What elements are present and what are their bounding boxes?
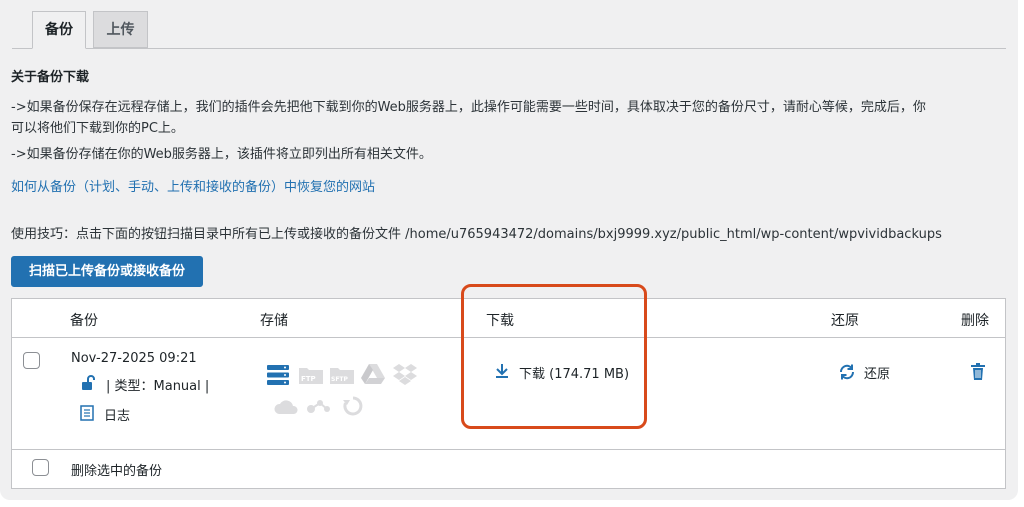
s3-icon [306, 395, 332, 421]
dropbox-icon [392, 363, 418, 389]
select-all-checkbox[interactable] [32, 459, 49, 476]
usage-tip: 使用技巧：点击下面的按钮扫描目录中所有已上传或接收的备份文件 /home/u76… [11, 227, 942, 242]
info-line-1b: 可以将他们下载到你的PC上。 [11, 121, 184, 136]
row-checkbox[interactable] [23, 352, 40, 369]
tab-upload[interactable]: 上传 [93, 11, 148, 48]
delete-selected-link[interactable]: 删除选中的备份 [71, 460, 162, 479]
log-file-icon [80, 405, 94, 421]
header-delete: 删除 [961, 313, 989, 329]
b2-icon [342, 395, 364, 421]
google-drive-icon [361, 363, 385, 389]
header-backup: 备份 [70, 313, 98, 329]
footer-divider [12, 449, 1005, 450]
tab-backup[interactable]: 备份 [32, 11, 86, 49]
storage-icons: FTP SFTP [266, 361, 426, 421]
trash-icon[interactable] [970, 363, 986, 381]
tab-divider [12, 48, 1006, 49]
info-line-1: ->如果备份保存在远程存储上，我们的插件会先把他下载到你的Web服务器上，此操作… [11, 100, 926, 115]
sftp-icon: SFTP [329, 365, 355, 389]
server-storage-icon [266, 363, 290, 391]
restore-icon[interactable] [838, 363, 856, 381]
header-storage: 存储 [260, 313, 288, 329]
scan-uploaded-backups-button[interactable]: 扫描已上传备份或接收备份 [11, 256, 203, 287]
info-line-2: ->如果备份存储在你的Web服务器上，该插件将立即列出所有相关文件。 [11, 147, 432, 162]
svg-text:SFTP: SFTP [331, 376, 349, 383]
backup-type: | 类型：Manual | [106, 379, 210, 394]
backup-date: Nov-27-2025 09:21 [71, 351, 197, 366]
ftp-icon: FTP [298, 365, 324, 389]
restore-link[interactable]: 还原 [864, 363, 890, 382]
onedrive-icon [273, 397, 301, 419]
unlock-icon[interactable] [80, 375, 96, 391]
tab-bar: 备份 上传 [12, 11, 1006, 49]
download-highlight-box [461, 284, 647, 429]
header-restore: 还原 [831, 313, 859, 329]
restore-guide-link[interactable]: 如何从备份（计划、手动、上传和接收的备份）中恢复您的网站 [11, 177, 375, 199]
svg-text:FTP: FTP [301, 375, 316, 383]
log-link[interactable]: 日志 [104, 405, 130, 424]
section-title: 关于备份下载 [11, 70, 90, 85]
